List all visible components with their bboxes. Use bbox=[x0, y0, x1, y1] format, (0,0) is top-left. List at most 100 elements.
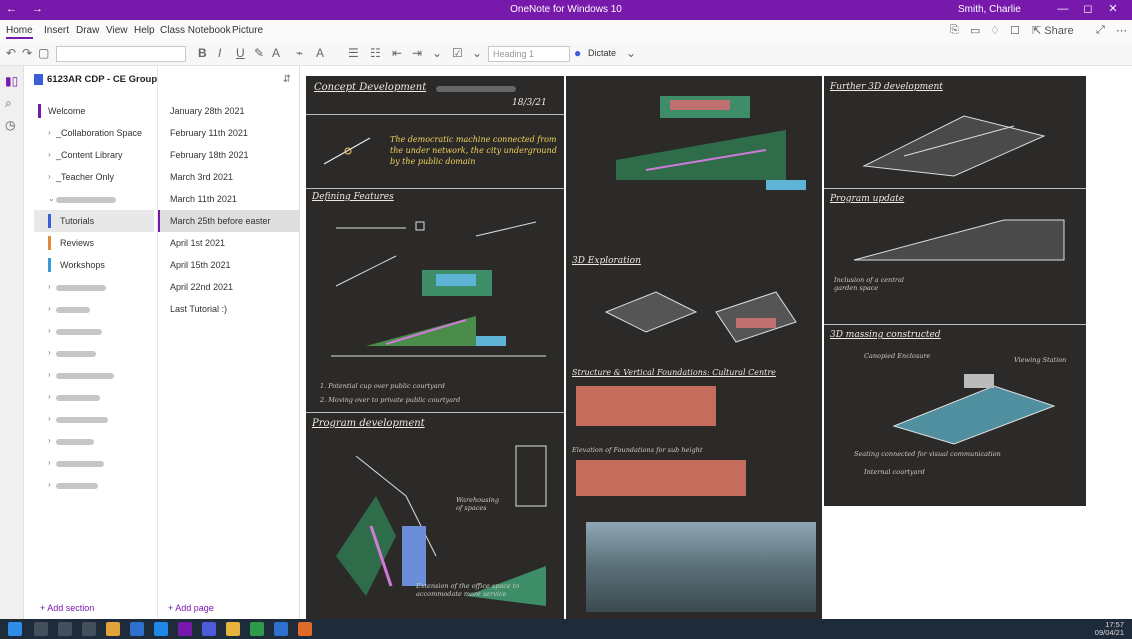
explorer-icon[interactable] bbox=[106, 622, 120, 636]
sketch-update bbox=[853, 219, 1065, 261]
undo-icon[interactable]: ↶ bbox=[6, 46, 16, 60]
notebooks-icon[interactable]: ▮▯ bbox=[5, 74, 18, 88]
tab-picture[interactable]: Picture bbox=[232, 25, 263, 36]
highlight-icon[interactable]: ✎ bbox=[254, 46, 264, 60]
viewing-note: Viewing Station bbox=[1014, 356, 1067, 364]
dictate-dropdown-icon[interactable]: ⌄ bbox=[626, 46, 636, 60]
format-painter-icon[interactable]: ⌁ bbox=[296, 46, 303, 60]
tag-dropdown-icon[interactable]: ⌄ bbox=[472, 46, 482, 60]
section-group-blurred[interactable]: › bbox=[34, 276, 154, 298]
tab-draw[interactable]: Draw bbox=[76, 25, 99, 36]
add-page-button[interactable]: + Add page bbox=[168, 603, 214, 613]
section-workshops[interactable]: Workshops bbox=[34, 254, 154, 276]
tab-class-notebook[interactable]: Class Notebook bbox=[160, 25, 231, 36]
number-list-icon[interactable]: ☷ bbox=[370, 46, 381, 60]
outlook-icon[interactable] bbox=[154, 622, 168, 636]
share-label: Share bbox=[1044, 25, 1074, 37]
share-button[interactable]: ⇱ Share bbox=[1032, 24, 1074, 37]
section-group-blurred[interactable]: › bbox=[34, 364, 154, 386]
page-item[interactable]: January 28th 2021 bbox=[158, 100, 300, 122]
add-section-button[interactable]: + Add section bbox=[40, 603, 94, 613]
section-group-blurred[interactable]: › bbox=[34, 430, 154, 452]
section-group-blurred[interactable]: › bbox=[34, 474, 154, 496]
system-clock[interactable]: 17:57 09/04/21 bbox=[1095, 621, 1124, 637]
page-item[interactable]: Last Tutorial :) bbox=[158, 298, 300, 320]
redo-icon[interactable]: ↷ bbox=[22, 46, 32, 60]
user-name[interactable]: Smith, Charlie bbox=[958, 4, 1021, 15]
section-group-collaboration[interactable]: › _Collaboration Space bbox=[34, 122, 154, 144]
section-group-blurred[interactable]: › bbox=[34, 386, 154, 408]
sort-icon[interactable]: ⇵ bbox=[283, 74, 291, 85]
page-item[interactable]: February 18th 2021 bbox=[158, 144, 300, 166]
bold-icon[interactable]: B bbox=[198, 46, 207, 60]
onenote-icon[interactable] bbox=[178, 622, 192, 636]
page-item-selected[interactable]: March 25th before easter bbox=[158, 210, 300, 232]
text-effects-icon[interactable]: A bbox=[316, 46, 324, 60]
page-item[interactable]: February 11th 2021 bbox=[158, 122, 300, 144]
section-tutorials[interactable]: Tutorials bbox=[34, 210, 154, 232]
notebook-icon bbox=[34, 74, 43, 85]
edge-icon[interactable] bbox=[130, 622, 144, 636]
checkbox-tag-icon[interactable]: ☑ bbox=[452, 46, 463, 60]
italic-icon[interactable]: I bbox=[218, 46, 221, 60]
section-group-blurred[interactable]: › bbox=[34, 408, 154, 430]
font-color-icon[interactable]: A bbox=[272, 46, 280, 60]
page-item[interactable]: April 1st 2021 bbox=[158, 232, 300, 254]
tab-view[interactable]: View bbox=[106, 25, 128, 36]
elevation-note: Elevation of Foundations for sub height bbox=[572, 446, 703, 454]
workspace-note: Warehousing of spaces bbox=[456, 496, 499, 512]
page-item[interactable]: March 11th 2021 bbox=[158, 188, 300, 210]
indent-icon[interactable]: ⇥ bbox=[412, 46, 422, 60]
underline-icon[interactable]: U bbox=[236, 46, 245, 60]
section-group-blurred[interactable]: › bbox=[34, 298, 154, 320]
comments-icon[interactable]: ▭ bbox=[970, 24, 980, 37]
search-icon[interactable]: ⌕ bbox=[5, 96, 12, 111]
maximize-button[interactable]: ◻ bbox=[1077, 2, 1099, 15]
defining-features: Defining Features bbox=[312, 192, 394, 202]
search-icon[interactable] bbox=[34, 622, 48, 636]
excel-icon[interactable] bbox=[250, 622, 264, 636]
align-dropdown-icon[interactable]: ⌄ bbox=[432, 46, 442, 60]
dictate-button[interactable]: Dictate bbox=[588, 48, 616, 58]
fullscreen-icon[interactable]: ☐ bbox=[1010, 24, 1020, 37]
expand-icon[interactable]: ⤢ bbox=[1096, 24, 1105, 37]
page-item[interactable]: April 15th 2021 bbox=[158, 254, 300, 276]
app-icon[interactable] bbox=[298, 622, 312, 636]
lightbulb-icon[interactable]: ♢ bbox=[990, 24, 1000, 37]
section-reviews[interactable]: Reviews bbox=[34, 232, 154, 254]
section-group-blurred[interactable]: › bbox=[34, 342, 154, 364]
bullet-list-icon[interactable]: ☰ bbox=[348, 46, 359, 60]
section-group-blurred[interactable]: › bbox=[34, 320, 154, 342]
more-icon[interactable]: ⋯ bbox=[1116, 24, 1127, 37]
tab-home[interactable]: Home bbox=[6, 25, 33, 39]
page-item[interactable]: March 3rd 2021 bbox=[158, 166, 300, 188]
ribbon-toolbar: ↶ ↷ ▢ B I U ✎ A ⌁ A ☰ ☷ ⇤ ⇥ ⌄ ☑ ⌄ Headin… bbox=[0, 42, 1132, 66]
cortana-icon[interactable] bbox=[58, 622, 72, 636]
outdent-icon[interactable]: ⇤ bbox=[392, 46, 402, 60]
page-item[interactable]: April 22nd 2021 bbox=[158, 276, 300, 298]
page-canvas[interactable]: Concept Development 18/3/21 The democrat… bbox=[300, 66, 1094, 619]
task-view-icon[interactable] bbox=[82, 622, 96, 636]
tab-insert[interactable]: Insert bbox=[44, 25, 69, 36]
microphone-icon[interactable]: ● bbox=[574, 46, 581, 60]
minimize-button[interactable]: — bbox=[1052, 3, 1074, 15]
tab-help[interactable]: Help bbox=[134, 25, 155, 36]
teams-icon[interactable] bbox=[202, 622, 216, 636]
recent-icon[interactable]: ◷ bbox=[5, 118, 15, 132]
chrome-icon[interactable] bbox=[226, 622, 240, 636]
section-welcome[interactable]: Welcome bbox=[34, 100, 154, 122]
section-group-content-library[interactable]: › _Content Library bbox=[34, 144, 154, 166]
clipboard-icon[interactable]: ▢ bbox=[38, 46, 49, 60]
seating-note: Seating connected for visual communicati… bbox=[854, 450, 1001, 458]
title-bar: ← → OneNote for Windows 10 Smith, Charli… bbox=[0, 0, 1132, 20]
heading-style-select[interactable]: Heading 1 bbox=[488, 46, 570, 62]
start-icon[interactable] bbox=[8, 622, 22, 636]
section-group-blurred[interactable]: › bbox=[34, 452, 154, 474]
font-name-box[interactable] bbox=[56, 46, 186, 62]
word-icon[interactable] bbox=[274, 622, 288, 636]
notifications-icon[interactable]: ⎘ bbox=[950, 24, 959, 37]
section-group-teacher-only[interactable]: › _Teacher Only bbox=[34, 166, 154, 188]
section-group-open[interactable]: ⌄ bbox=[34, 188, 154, 210]
inclusion-note: Inclusion of a central garden space bbox=[834, 276, 904, 292]
close-button[interactable]: ✕ bbox=[1102, 2, 1124, 15]
